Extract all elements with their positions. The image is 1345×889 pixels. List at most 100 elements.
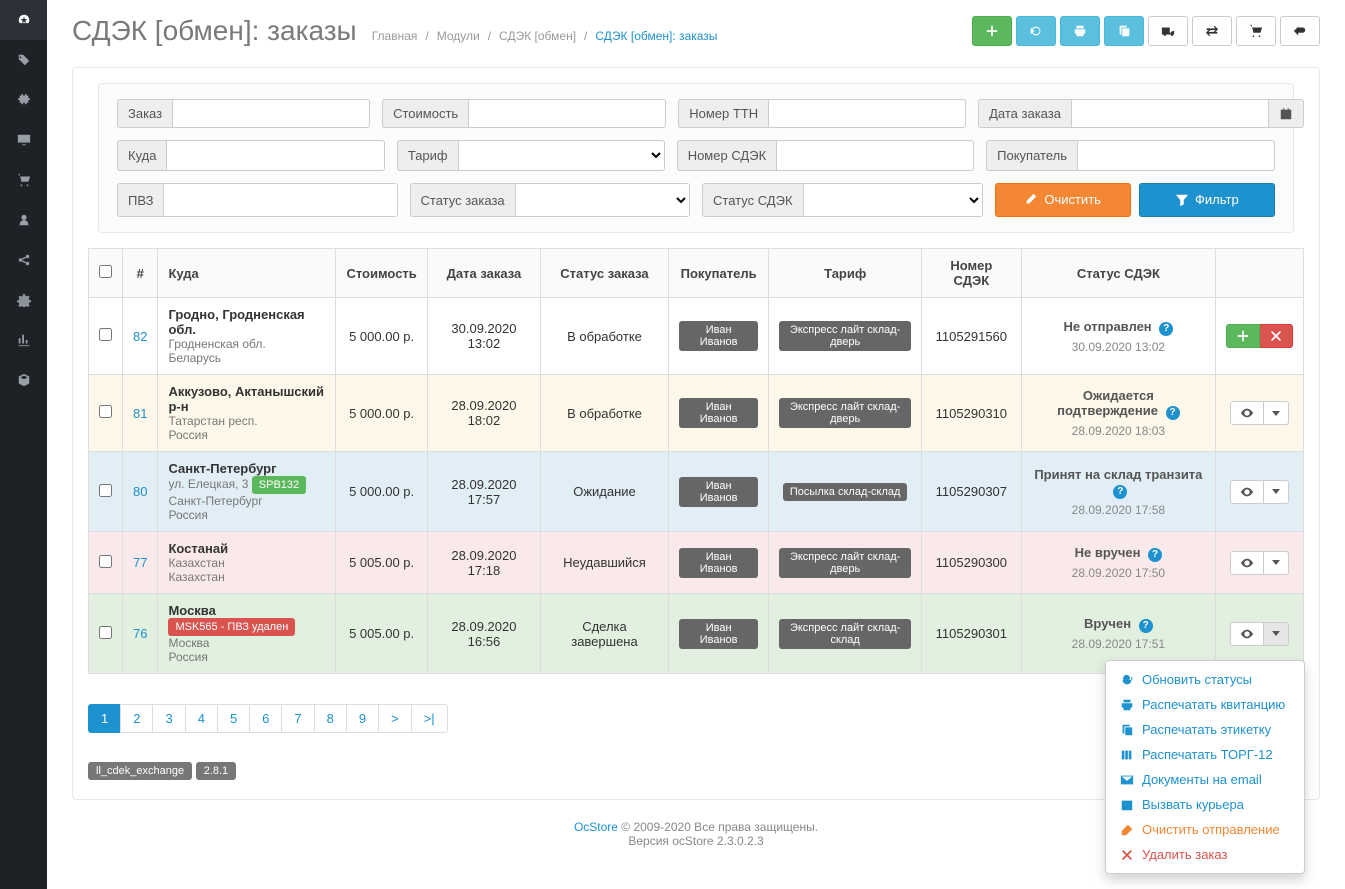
sidebar-cube-icon[interactable] xyxy=(0,360,47,400)
filter-date-input[interactable] xyxy=(1071,99,1269,128)
sidebar-dashboard-icon[interactable] xyxy=(0,0,47,40)
help-icon[interactable]: ? xyxy=(1159,322,1173,336)
row-dropdown-toggle[interactable] xyxy=(1264,401,1289,425)
filter-orderstatus-select[interactable] xyxy=(515,183,690,217)
dropdown-courier[interactable]: Вызвать курьера xyxy=(1106,792,1304,817)
breadcrumb: Главная/ Модули/ СДЭК [обмен]/ СДЭК [обм… xyxy=(372,29,718,43)
buyer-badge: Иван Иванов xyxy=(679,398,758,428)
filter-order-input[interactable] xyxy=(172,99,370,128)
exchange-button[interactable] xyxy=(1192,16,1232,46)
dropdown-refresh[interactable]: Обновить статусы xyxy=(1106,667,1304,692)
filter-cost-input[interactable] xyxy=(468,99,666,128)
print-button[interactable] xyxy=(1060,16,1100,46)
breadcrumb-link[interactable]: СДЭК [обмен] xyxy=(499,29,576,43)
col-date[interactable]: Дата заказа xyxy=(427,249,540,298)
filter-buyer-input[interactable] xyxy=(1077,140,1275,171)
copyright-link[interactable]: OcStore xyxy=(574,820,618,834)
breadcrumb-link[interactable]: СДЭК [обмен]: заказы xyxy=(595,29,717,43)
col-sdekno[interactable]: Номер СДЭК xyxy=(921,249,1021,298)
sidebar-monitor-icon[interactable] xyxy=(0,120,47,160)
dropdown-receipt[interactable]: Распечатать квитанцию xyxy=(1106,692,1304,717)
dropdown-label[interactable]: Распечатать этикетку xyxy=(1106,717,1304,742)
dest-main: Костанай xyxy=(168,541,325,556)
filter-sdekstatus-select[interactable] xyxy=(803,183,983,217)
page-link[interactable]: >| xyxy=(411,704,448,733)
row-view-button[interactable] xyxy=(1230,622,1264,646)
sidebar-share-icon[interactable] xyxy=(0,240,47,280)
page-link[interactable]: 5 xyxy=(217,704,250,733)
filter-tariff-select[interactable] xyxy=(458,140,665,171)
help-icon[interactable]: ? xyxy=(1166,406,1180,420)
sidebar-user-icon[interactable] xyxy=(0,200,47,240)
sidebar-puzzle-icon[interactable] xyxy=(0,80,47,120)
row-checkbox[interactable] xyxy=(99,626,112,639)
back-button[interactable] xyxy=(1280,16,1320,46)
page-link[interactable]: 2 xyxy=(120,704,153,733)
dropdown-email[interactable]: Документы на email xyxy=(1106,767,1304,792)
filter-ttn-input[interactable] xyxy=(768,99,966,128)
sidebar-gear-icon[interactable] xyxy=(0,280,47,320)
cell-sdek-number: 1105290310 xyxy=(921,375,1021,452)
row-view-button[interactable] xyxy=(1230,480,1264,504)
filter-where-input[interactable] xyxy=(166,140,384,171)
dropdown-delete[interactable]: Удалить заказ xyxy=(1106,842,1304,867)
calendar-icon[interactable] xyxy=(1269,99,1304,128)
order-id-link[interactable]: 77 xyxy=(133,555,147,570)
row-view-button[interactable] xyxy=(1230,551,1264,575)
page-link[interactable]: 6 xyxy=(249,704,282,733)
select-all-checkbox[interactable] xyxy=(99,265,112,278)
order-id-link[interactable]: 81 xyxy=(133,406,147,421)
sidebar-cart-icon[interactable] xyxy=(0,160,47,200)
breadcrumb-link[interactable]: Главная xyxy=(372,29,418,43)
col-tariff[interactable]: Тариф xyxy=(769,249,922,298)
order-id-link[interactable]: 76 xyxy=(133,626,147,641)
row-checkbox[interactable] xyxy=(99,405,112,418)
order-id-link[interactable]: 80 xyxy=(133,484,147,499)
sidebar xyxy=(0,0,47,889)
filter-sdekno-input[interactable] xyxy=(776,140,974,171)
row-checkbox[interactable] xyxy=(99,555,112,568)
page-link[interactable]: 3 xyxy=(152,704,185,733)
row-delete-button[interactable] xyxy=(1260,324,1293,348)
apply-filter-button[interactable]: Фильтр xyxy=(1139,183,1275,217)
row-dropdown-toggle[interactable] xyxy=(1264,622,1289,646)
col-orderstatus[interactable]: Статус заказа xyxy=(541,249,669,298)
clear-filter-button[interactable]: Очистить xyxy=(995,183,1131,217)
page-link[interactable]: 4 xyxy=(185,704,218,733)
col-id[interactable]: # xyxy=(123,249,158,298)
col-sdekstatus[interactable]: Статус СДЭК xyxy=(1021,249,1215,298)
add-button[interactable] xyxy=(972,16,1012,46)
table-row: 80 Санкт-Петербургул. Елецкая, 3 SPB132С… xyxy=(89,452,1304,532)
truck-button[interactable] xyxy=(1148,16,1188,46)
page-link[interactable]: 1 xyxy=(88,704,121,733)
col-cost[interactable]: Стоимость xyxy=(336,249,427,298)
sidebar-tag-icon[interactable] xyxy=(0,40,47,80)
page-link[interactable]: 8 xyxy=(314,704,347,733)
row-add-button[interactable] xyxy=(1226,324,1260,348)
page-link[interactable]: 7 xyxy=(281,704,314,733)
col-buyer[interactable]: Покупатель xyxy=(668,249,768,298)
help-icon[interactable]: ? xyxy=(1113,485,1127,499)
row-view-button[interactable] xyxy=(1230,401,1264,425)
refresh-button[interactable] xyxy=(1016,16,1056,46)
breadcrumb-link[interactable]: Модули xyxy=(437,29,480,43)
copy-button[interactable] xyxy=(1104,16,1144,46)
table-row: 81 Аккузово, Актанышский р-нТатарстан ре… xyxy=(89,375,1304,452)
sidebar-chart-icon[interactable] xyxy=(0,320,47,360)
row-dropdown-toggle[interactable] xyxy=(1264,551,1289,575)
order-id-link[interactable]: 82 xyxy=(133,329,147,344)
row-checkbox[interactable] xyxy=(99,484,112,497)
cell-order-status: Сделка завершена xyxy=(541,594,669,674)
buyer-badge: Иван Иванов xyxy=(679,619,758,649)
help-icon[interactable]: ? xyxy=(1139,619,1153,633)
row-dropdown-toggle[interactable] xyxy=(1264,480,1289,504)
dropdown-clear[interactable]: Очистить отправление xyxy=(1106,817,1304,842)
page-link[interactable]: 9 xyxy=(346,704,379,733)
cart-button[interactable] xyxy=(1236,16,1276,46)
page-link[interactable]: > xyxy=(378,704,412,733)
row-checkbox[interactable] xyxy=(99,328,112,341)
filter-pvz-input[interactable] xyxy=(163,183,397,217)
dropdown-torg[interactable]: Распечатать ТОРГ-12 xyxy=(1106,742,1304,767)
help-icon[interactable]: ? xyxy=(1148,548,1162,562)
col-where[interactable]: Куда xyxy=(158,249,336,298)
